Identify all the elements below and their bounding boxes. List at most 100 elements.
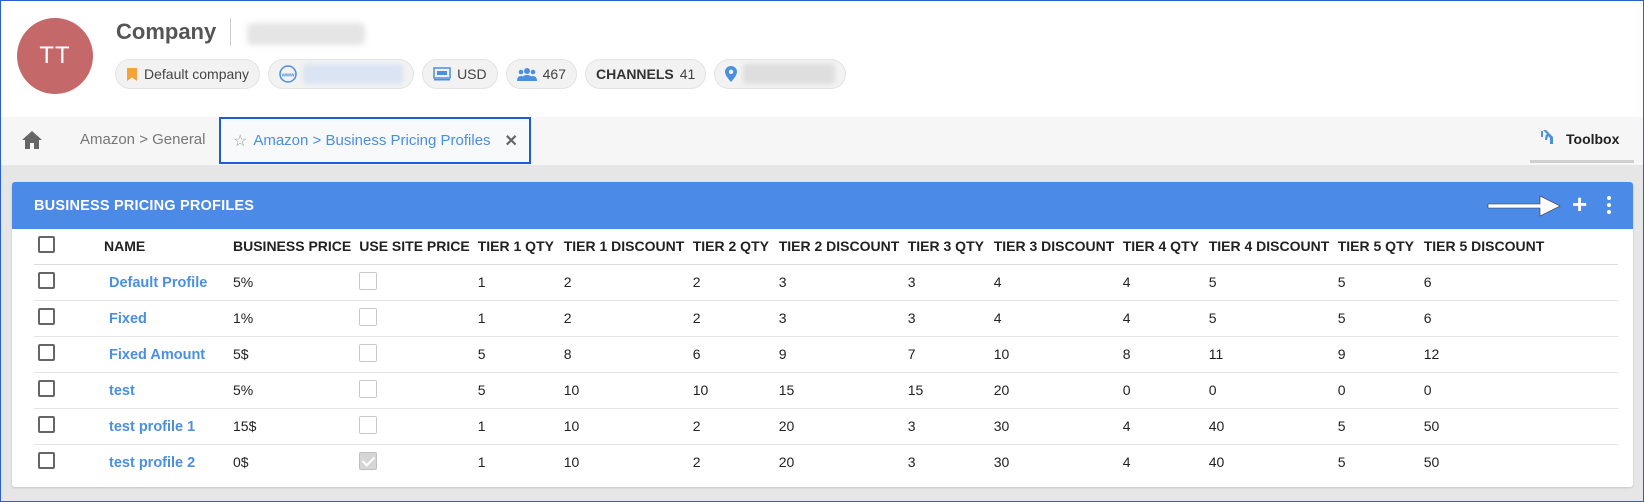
column-header[interactable]: TIER 1 QTY	[473, 229, 560, 265]
table-cell-t3q: 3	[903, 300, 990, 337]
table-cell-t2q: 2	[688, 408, 775, 445]
table-cell-t5d: 6	[1419, 300, 1618, 337]
profile-name-link[interactable]: test profile 2	[104, 455, 195, 471]
card-header: BUSINESS PRICING PROFILES +	[12, 182, 1633, 229]
column-header[interactable]: TIER 4 DISCOUNT	[1204, 229, 1334, 265]
table-cell-t2q: 10	[688, 372, 775, 409]
use-site-price-cell	[355, 300, 474, 337]
column-header[interactable]: TIER 2 DISCOUNT	[774, 229, 904, 265]
table-row[interactable]: test 5% 5 10 10 15 15 20 0 0 0 0	[34, 372, 1618, 409]
column-header[interactable]: TIER 3 DISCOUNT	[989, 229, 1119, 265]
column-header[interactable]: TIER 5 DISCOUNT	[1419, 229, 1618, 265]
avatar: TT	[17, 18, 93, 94]
location-chip[interactable]	[714, 59, 847, 89]
table-cell-t3d: 4	[989, 300, 1119, 337]
row-checkbox[interactable]	[38, 344, 55, 361]
table-cell-t4d: 5	[1204, 264, 1334, 301]
table-cell-t5d: 50	[1423, 454, 1440, 471]
table-cell-t1q: 1	[477, 454, 486, 471]
table-cell-t1d: 10	[563, 454, 580, 471]
home-icon[interactable]	[21, 130, 43, 152]
table-row[interactable]: Default Profile 5% 1 2 2 3 3 4 4 5 5 6	[34, 264, 1618, 301]
select-all-checkbox[interactable]	[38, 236, 55, 254]
default-company-chip[interactable]: Default company	[115, 59, 261, 89]
users-icon	[516, 67, 537, 81]
table-row[interactable]: test profile 1 15$ 1 10 2 20 3 30 4 40 5 50	[34, 408, 1618, 445]
table-cell-t4d: 40	[1208, 454, 1225, 471]
table-cell-t5d: 50	[1419, 408, 1618, 445]
channels-count: 41	[679, 66, 696, 82]
table-row[interactable]: Fixed 1% 1 2 2 3 3 4 4 5 5 6	[34, 300, 1618, 337]
table-cell-t1q: 1	[473, 300, 560, 337]
table-row[interactable]: test profile 2 0$ 1 10 2 20 3 30 4 40 5 50	[34, 444, 1618, 480]
row-select-cell	[34, 372, 100, 409]
row-checkbox[interactable]	[38, 308, 55, 325]
more-vert-icon[interactable]	[1606, 196, 1612, 216]
toolbox-button[interactable]: Toolbox	[1530, 117, 1634, 163]
add-icon[interactable]: +	[1572, 189, 1587, 219]
column-header[interactable]: USE SITE PRICE	[355, 229, 474, 265]
table-cell-t2d: 3	[774, 264, 904, 301]
toolbox-icon	[1540, 128, 1558, 149]
location-pin-icon	[725, 66, 738, 82]
use-site-price-cell	[355, 372, 474, 409]
tab-amazon-general[interactable]: Amazon > General	[80, 131, 206, 148]
currency-icon	[433, 67, 451, 81]
row-select-cell	[34, 408, 100, 445]
channels-chip[interactable]: CHANNELS 41	[584, 59, 707, 89]
row-select-cell	[34, 300, 100, 337]
use-site-price-checkbox	[359, 307, 378, 326]
column-header[interactable]: TIER 1 DISCOUNT	[559, 229, 689, 265]
column-header[interactable]: TIER 2 QTY	[688, 229, 775, 265]
column-header[interactable]: TIER 4 QTY	[1118, 229, 1205, 265]
profile-name-link[interactable]: Fixed	[104, 311, 147, 327]
profile-name-link[interactable]: Fixed Amount	[104, 347, 205, 363]
row-checkbox[interactable]	[38, 272, 55, 289]
tab-business-pricing-profiles[interactable]: ☆ Amazon > Business Pricing Profiles ✕	[219, 117, 531, 164]
profile-name-link[interactable]: Default Profile	[104, 275, 207, 291]
select-all-cell	[34, 229, 100, 265]
table-cell-t3q: 3	[907, 454, 916, 471]
table-cell-t1q: 5	[473, 336, 560, 373]
title-divider	[230, 18, 231, 46]
main-content: BUSINESS PRICING PROFILES + NAME BUSINES…	[1, 165, 1643, 501]
table-cell-t4q: 8	[1118, 336, 1205, 373]
table-cell-t2q: 2	[692, 454, 701, 471]
name-cell: test profile 1	[100, 408, 229, 445]
use-site-price-checkbox	[359, 271, 378, 290]
app-frame: TT Company Default company www USD 467 C…	[0, 0, 1644, 502]
table-row[interactable]: Fixed Amount 5$ 5 8 6 9 7 10 8 11 9 12	[34, 336, 1618, 373]
column-header[interactable]: TIER 5 QTY	[1333, 229, 1420, 265]
profile-name-link[interactable]: test profile 1	[104, 419, 195, 435]
table-cell-t1d: 2	[559, 264, 689, 301]
table-cell-t4q: 4	[1118, 300, 1205, 337]
row-select-cell	[34, 444, 100, 480]
company-chips: Default company www USD 467 CHANNELS 41	[115, 59, 847, 89]
table-cell-t4q: 4	[1118, 264, 1205, 301]
tabs-bar: Amazon > General ☆ Amazon > Business Pri…	[1, 117, 1643, 165]
row-checkbox[interactable]	[38, 380, 55, 397]
table-cell-t2q: 2	[688, 264, 775, 301]
users-chip[interactable]: 467	[505, 59, 577, 89]
close-icon[interactable]: ✕	[505, 131, 518, 151]
row-checkbox[interactable]	[38, 452, 55, 470]
table-cell-business-price: 5$	[229, 336, 356, 373]
svg-text:www: www	[281, 73, 296, 79]
table-cell-t4q: 4	[1122, 454, 1131, 471]
column-header[interactable]: NAME	[100, 229, 229, 265]
currency-chip[interactable]: USD	[422, 59, 498, 89]
table-cell-t1d: 8	[559, 336, 689, 373]
table-cell-t2d: 15	[774, 372, 904, 409]
website-chip[interactable]: www	[268, 59, 415, 89]
bookmark-icon	[126, 67, 138, 82]
profile-name-link[interactable]: test	[104, 383, 135, 399]
column-header[interactable]: BUSINESS PRICE	[229, 229, 356, 265]
use-site-price-checkbox	[359, 415, 378, 434]
star-icon[interactable]: ☆	[233, 131, 247, 151]
company-header: TT Company Default company www USD 467 C…	[1, 1, 1643, 117]
row-checkbox[interactable]	[38, 416, 55, 433]
page-title: Company	[116, 19, 217, 44]
column-header[interactable]: TIER 3 QTY	[903, 229, 990, 265]
default-company-label: Default company	[144, 66, 250, 82]
card-title: BUSINESS PRICING PROFILES	[34, 197, 255, 214]
